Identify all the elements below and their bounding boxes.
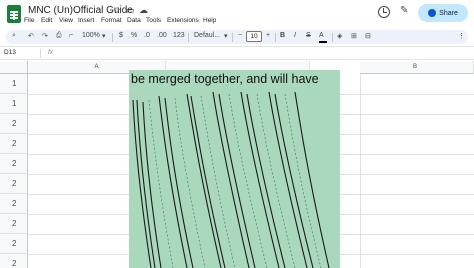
percent-format-button[interactable]: % [131,32,137,39]
merged-cell-text: be merged together, and will have [131,72,319,86]
more-options-icon[interactable]: ⋮ [458,32,465,40]
share-button[interactable]: Share [418,4,468,22]
menu-view[interactable]: View [59,17,73,24]
decrease-decimal-button[interactable]: .0 [144,32,150,39]
select-all-corner[interactable] [0,61,28,74]
menu-file[interactable]: File [24,17,34,24]
row-header[interactable]: 2 [0,154,28,174]
print-icon[interactable]: ⎙ [56,32,62,40]
move-folder-icon[interactable]: ▭ [126,5,135,16]
increase-font-size-button[interactable]: + [266,32,270,39]
text-color-swatch [319,41,327,43]
menu-data[interactable]: Data [127,17,141,24]
share-label: Share [439,9,458,17]
separator [232,33,233,42]
spreadsheet-grid[interactable]: A B 1 1 2 2 2 2 2 2 2 2 be merged togeth… [0,61,474,268]
formula-bar: D13 fx [0,46,474,60]
redo-icon[interactable]: ↷ [42,32,48,40]
menu-tools[interactable]: Tools [146,17,161,24]
star-icon[interactable]: ☆ [113,5,121,16]
number-format-button[interactable]: 123 [173,32,185,39]
menu-format[interactable]: Format [101,17,122,24]
menu-edit[interactable]: Edit [41,17,52,24]
zoom-select[interactable]: 100% [82,32,100,39]
font-select[interactable]: Defaul... [194,32,220,39]
increase-decimal-button[interactable]: .00 [157,32,167,39]
row-header[interactable]: 2 [0,174,28,194]
separator [275,33,276,42]
paint-bucket-icon[interactable]: ◈ [337,32,342,40]
row-header[interactable]: 1 [0,94,28,114]
merge-cells-icon[interactable]: ⊟ [365,32,371,40]
toolbar: ⌕ ↶ ↷ ⎙ ⌐ 100% ▾ $ % .0 .00 123 Defaul..… [6,30,468,44]
strikethrough-button[interactable]: S [306,32,311,39]
separator [332,33,333,42]
currency-format-button[interactable]: $ [119,32,123,39]
fx-icon: fx [48,49,54,56]
gridline [360,74,361,268]
edit-mode-icon[interactable]: ✎ [400,5,408,16]
cloud-status-icon[interactable]: ☁ [139,5,148,16]
row-header[interactable]: 2 [0,114,28,134]
zoom-dropdown-icon[interactable]: ▾ [102,32,106,40]
bold-button[interactable]: B [280,32,285,39]
paint-format-icon[interactable]: ⌐ [69,32,73,39]
separator [188,33,189,42]
row-header[interactable]: 2 [0,194,28,214]
sheets-logo-icon[interactable] [7,5,21,23]
menu-extensions[interactable]: Extensions [167,17,199,24]
distorted-text-artifact [132,91,330,268]
title-bar: MNC (Un)Official Guide ☆ ▭ ☁ File Edit V… [0,0,474,27]
row-header[interactable]: 1 [0,74,28,94]
menu-help[interactable]: Help [203,17,216,24]
name-box[interactable]: D13 [4,49,16,56]
decrease-font-size-button[interactable]: − [238,32,242,39]
borders-icon[interactable]: ⊞ [351,32,357,40]
italic-button[interactable]: I [294,32,296,39]
font-dropdown-icon[interactable]: ▾ [224,32,228,40]
font-size-input[interactable]: 10 [246,31,262,42]
separator [112,33,113,42]
row-header[interactable]: 2 [0,214,28,234]
separator [40,49,41,58]
text-color-button[interactable]: A [319,32,324,39]
row-header[interactable]: 2 [0,254,28,268]
row-header[interactable]: 2 [0,134,28,154]
undo-icon[interactable]: ↶ [28,32,34,40]
column-header-b[interactable]: B [360,61,474,74]
globe-icon [428,9,437,17]
search-menus-icon[interactable]: ⌕ [12,32,16,40]
row-header[interactable]: 2 [0,234,28,254]
version-history-icon[interactable] [378,6,390,18]
menu-insert[interactable]: Insert [78,17,94,24]
